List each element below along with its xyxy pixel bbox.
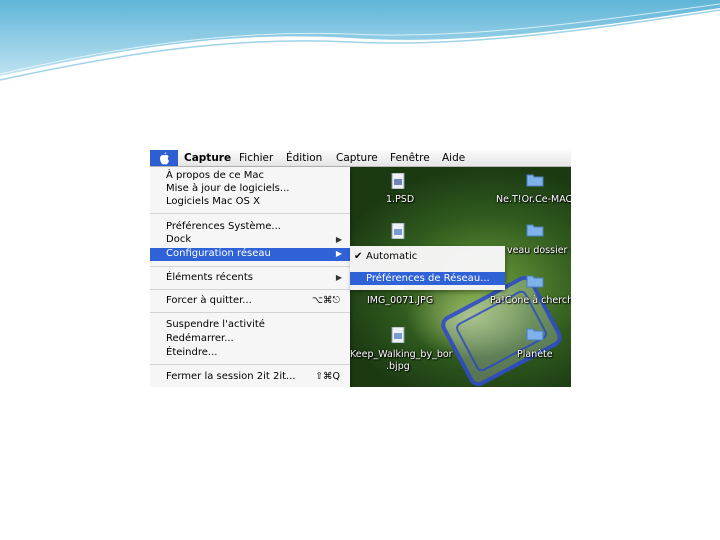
desktop-icon-label[interactable]: veau dossier ( (507, 245, 571, 256)
menu-item-shut-down[interactable]: Éteindre... (150, 347, 350, 359)
desktop-icon-label[interactable]: 1.PSD (386, 194, 414, 205)
menu-item-system-preferences[interactable]: Préférences Système... (150, 221, 350, 233)
submenu-arrow-icon: ▶ (335, 235, 342, 244)
folder-icon[interactable] (526, 173, 544, 187)
desktop-icon-label[interactable]: IMG_0071.JPG (367, 295, 433, 306)
desktop-icon-label[interactable]: Pa!Cone à chercher (490, 295, 571, 306)
image-file-icon[interactable] (391, 327, 405, 343)
apple-icon (159, 151, 169, 164)
desktop-icon-label[interactable]: .bjpg (386, 361, 410, 372)
menu-capture-app[interactable]: Capture (184, 152, 231, 164)
menu-item-log-out[interactable]: Fermer la session 2it 2it... ⇧⌘Q (150, 371, 350, 383)
menu-item-network-configuration[interactable]: Configuration réseau ▶ (150, 248, 350, 261)
psd-file-icon[interactable] (391, 173, 405, 189)
submenu-item-automatic[interactable]: ✔ Automatic (350, 250, 505, 263)
slide-header-decoration (0, 0, 720, 81)
menu-separator (150, 289, 350, 290)
menu-item-recent-items[interactable]: Éléments récents ▶ (150, 272, 350, 284)
menu-fichier[interactable]: Fichier (239, 152, 273, 164)
folder-icon[interactable] (526, 274, 544, 288)
image-file-icon[interactable] (391, 223, 405, 239)
menu-separator (150, 213, 350, 214)
submenu-arrow-icon: ▶ (335, 249, 342, 258)
desktop-icon-label[interactable]: Keep_Walking_by_bor (350, 349, 453, 360)
menu-separator (150, 266, 350, 267)
desktop-icon-label[interactable]: Ne.T!Or.Ce-MAC (496, 194, 571, 205)
mac-screenshot: 1.PSD Ne.T!Or.Ce-MAC veau dossier ( IMG_… (150, 150, 571, 387)
menu-item-mac-os-x-software[interactable]: Logiciels Mac OS X (150, 196, 350, 208)
shortcut-label: ⇧⌘Q (315, 371, 340, 382)
menu-capture[interactable]: Capture (336, 152, 378, 164)
desktop-icon-label[interactable]: Planète (517, 349, 553, 360)
menu-separator (150, 364, 350, 365)
submenu-item-network-preferences[interactable]: Préférences de Réseau... (350, 272, 505, 285)
menu-separator (150, 312, 350, 313)
shortcut-label: ⌥⌘⎋ (312, 295, 340, 306)
menu-item-force-quit[interactable]: Forcer à quitter... ⌥⌘⎋ (150, 295, 350, 307)
menu-fenetre[interactable]: Fenêtre (390, 152, 430, 164)
menu-item-software-update[interactable]: Mise à jour de logiciels... (150, 183, 350, 195)
folder-icon[interactable] (526, 223, 544, 237)
menu-item-restart[interactable]: Redémarrer... (150, 333, 350, 345)
apple-dropdown-menu: À propos de ce Mac Mise à jour de logici… (150, 167, 350, 387)
menu-item-about[interactable]: À propos de ce Mac (150, 170, 350, 182)
menu-edition[interactable]: Édition (286, 152, 322, 164)
network-submenu: ✔ Automatic Préférences de Réseau... (350, 246, 505, 290)
menu-aide[interactable]: Aide (442, 152, 465, 164)
menu-item-sleep[interactable]: Suspendre l'activité (150, 319, 350, 331)
menu-bar: Capture Fichier Édition Capture Fenêtre … (150, 150, 571, 167)
checkmark-icon: ✔ (354, 251, 363, 262)
menu-item-dock[interactable]: Dock ▶ (150, 234, 350, 246)
folder-icon[interactable] (526, 327, 544, 341)
apple-menu-button[interactable] (150, 150, 178, 166)
submenu-arrow-icon: ▶ (335, 273, 342, 282)
